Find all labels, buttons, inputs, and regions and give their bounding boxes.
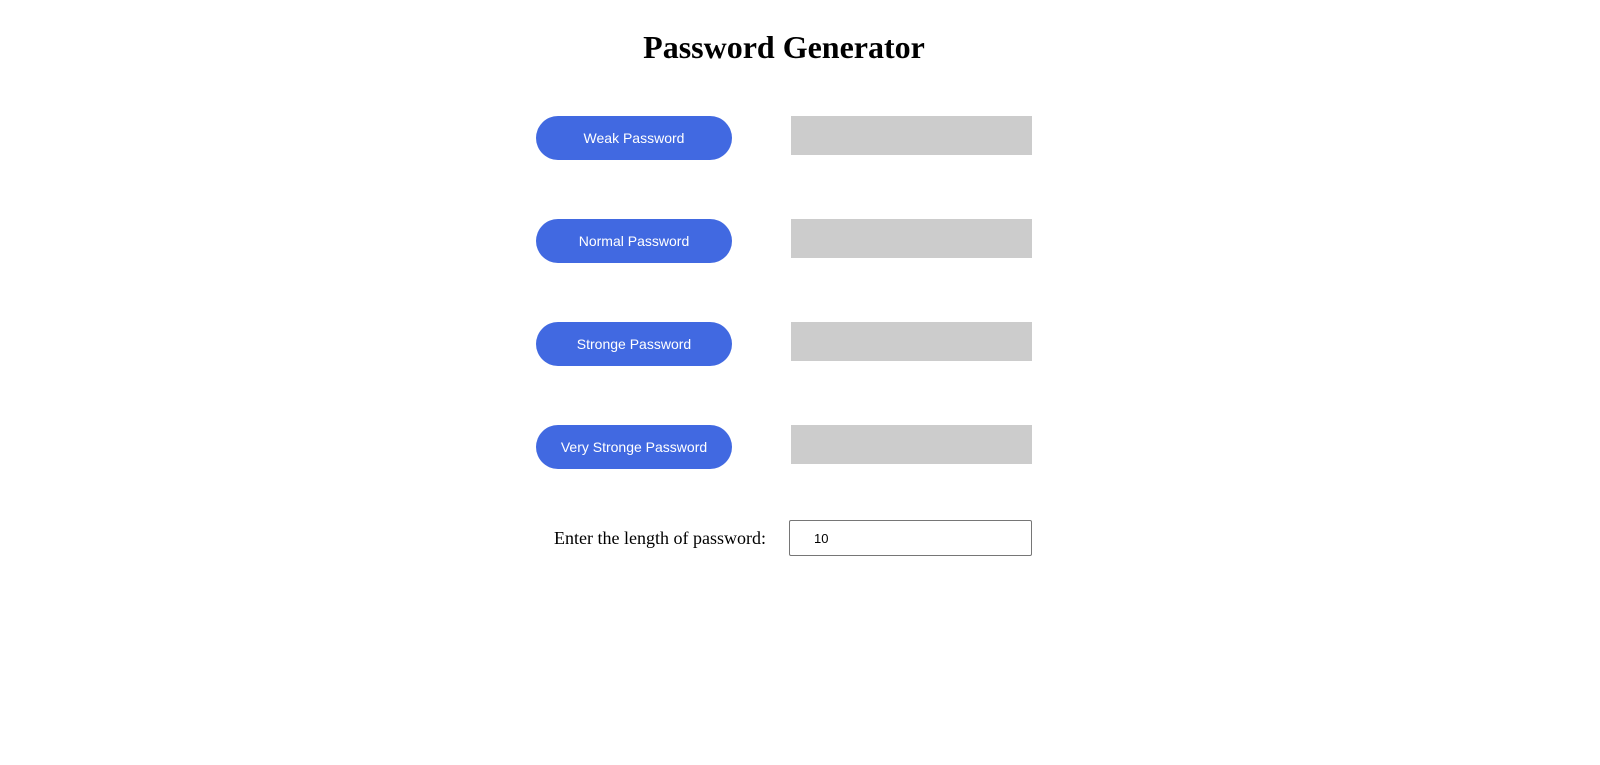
weak-password-button[interactable]: Weak Password bbox=[536, 116, 732, 160]
page-title: Password Generator bbox=[643, 29, 925, 65]
length-label: Enter the length of password: bbox=[554, 528, 766, 548]
length-input[interactable] bbox=[789, 520, 1032, 556]
normal-password-button[interactable]: Normal Password bbox=[536, 219, 732, 263]
strong-password-output[interactable] bbox=[791, 322, 1032, 361]
very-strong-password-button[interactable]: Very Stronge Password bbox=[536, 425, 732, 469]
very-strong-password-output[interactable] bbox=[791, 425, 1032, 464]
weak-password-output[interactable] bbox=[791, 116, 1032, 155]
strong-password-button[interactable]: Stronge Password bbox=[536, 322, 732, 366]
normal-password-output[interactable] bbox=[791, 219, 1032, 258]
